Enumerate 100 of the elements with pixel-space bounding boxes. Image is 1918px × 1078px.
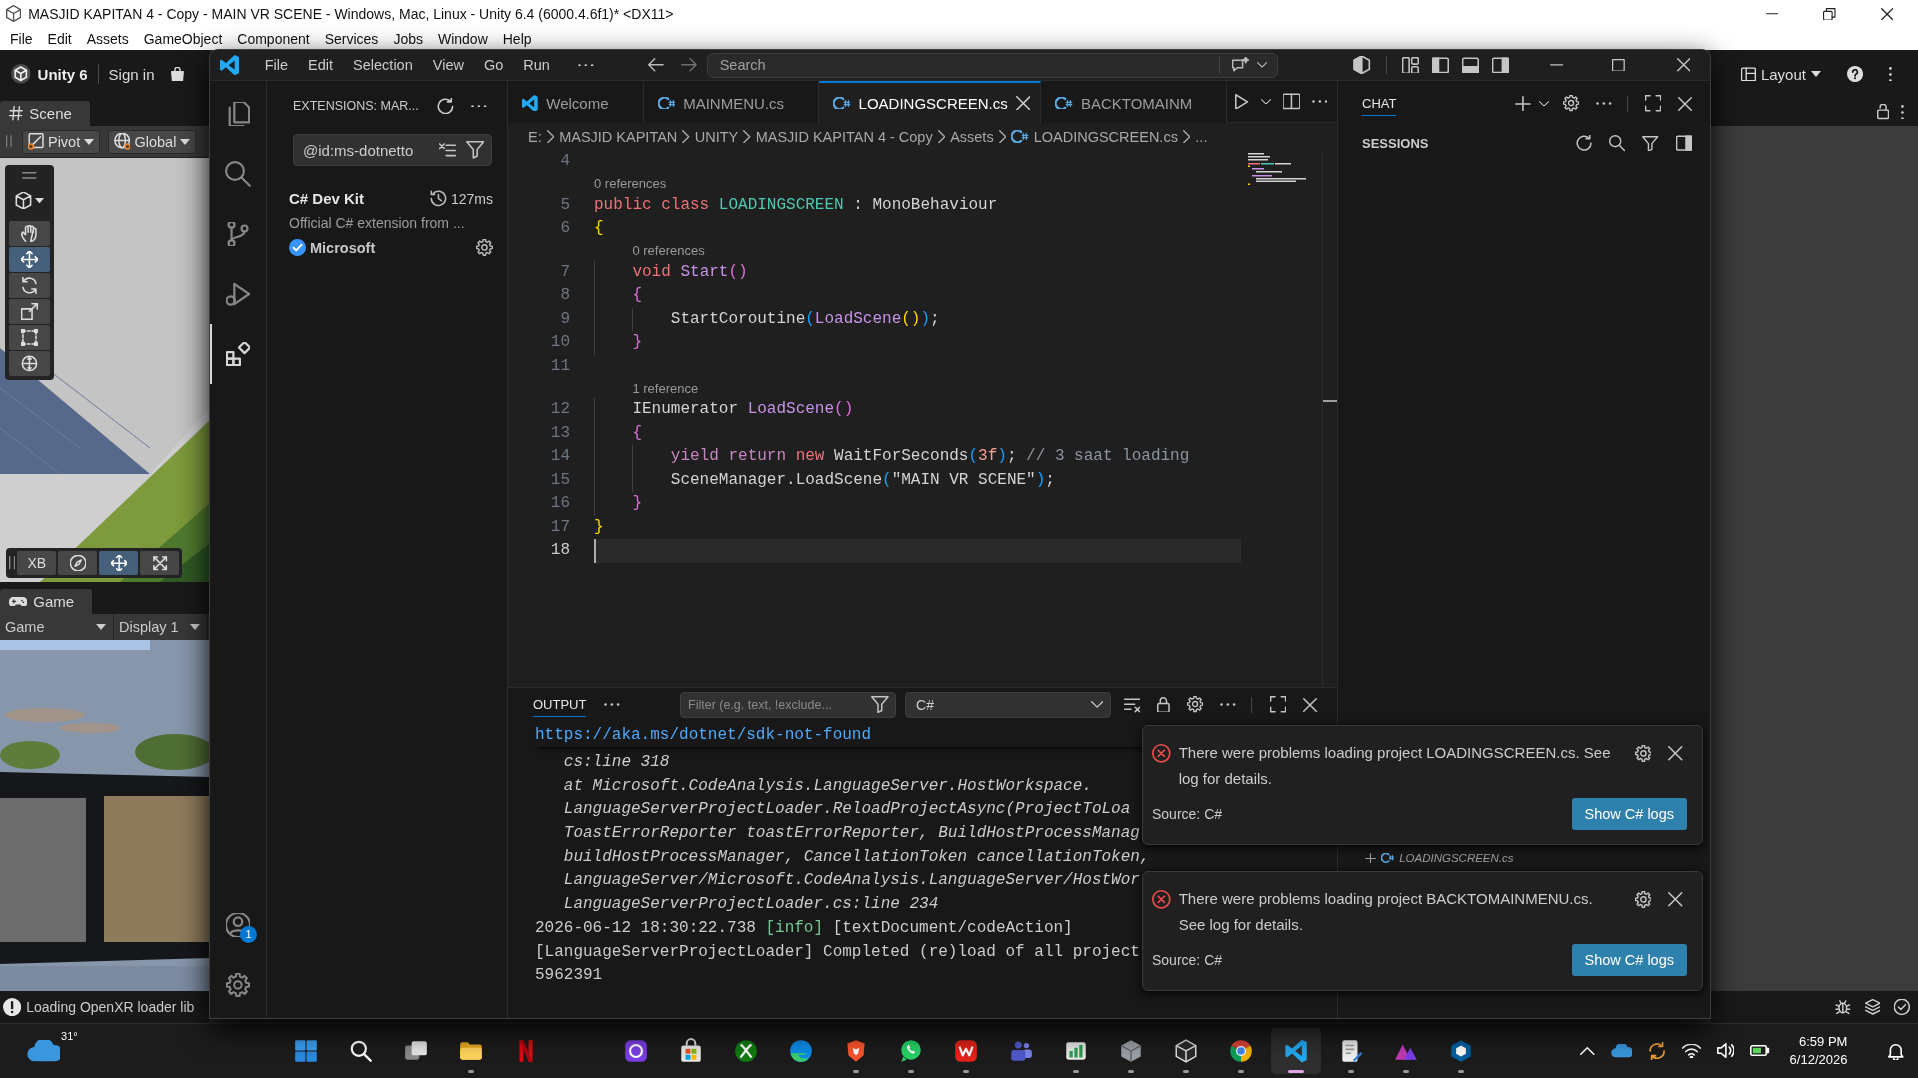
extension-name[interactable]: C# Dev Kit xyxy=(289,190,365,207)
menu-item[interactable]: File xyxy=(10,31,33,47)
rect-tool-button[interactable] xyxy=(9,324,50,350)
menu-item[interactable]: Go xyxy=(473,57,514,73)
search-icon[interactable] xyxy=(1609,135,1626,152)
editor-tab[interactable]: Welcome xyxy=(508,81,644,123)
menu-item[interactable]: GameObject xyxy=(143,31,223,47)
temperature-label[interactable]: 31° xyxy=(61,1030,78,1042)
menu-item[interactable]: View xyxy=(422,57,474,73)
global-dropdown[interactable]: Global xyxy=(108,129,197,154)
split-editor-icon[interactable] xyxy=(1282,93,1300,110)
clock-time[interactable]: 6:59 PM xyxy=(1799,1033,1848,1051)
editor-tab[interactable]: LOADINGSCREEN.cs xyxy=(819,81,1042,123)
restore-icon[interactable] xyxy=(1823,7,1836,21)
arrow-left-icon[interactable] xyxy=(648,58,664,72)
show-logs-button[interactable]: Show C# logs xyxy=(1571,798,1687,830)
layers-icon[interactable] xyxy=(1864,999,1881,1015)
drag-handle-icon[interactable] xyxy=(6,135,12,148)
clear-filter-icon[interactable] xyxy=(438,141,456,159)
menu-item[interactable]: Jobs xyxy=(393,31,423,47)
scale-tool-button[interactable] xyxy=(9,298,50,324)
play-icon[interactable] xyxy=(1235,93,1249,110)
output-filter-field[interactable]: Filter (e.g. text, !exclude... xyxy=(680,691,897,718)
plus-icon[interactable] xyxy=(1515,95,1531,112)
chevron-up-icon[interactable] xyxy=(1580,1046,1595,1055)
move-tool-button[interactable] xyxy=(99,551,139,575)
refresh-icon[interactable] xyxy=(1576,135,1593,152)
filter-icon[interactable] xyxy=(465,141,484,159)
help-icon[interactable] xyxy=(1847,65,1864,83)
hand-tool-button[interactable] xyxy=(9,220,50,246)
more-icon[interactable] xyxy=(1220,703,1236,706)
chat-sparkle-icon[interactable] xyxy=(1232,56,1249,74)
accounts-button[interactable]: 1 xyxy=(210,895,266,955)
sidebar-left-icon[interactable] xyxy=(1431,56,1449,74)
settings-icon[interactable] xyxy=(1634,891,1652,908)
panel-bottom-icon[interactable] xyxy=(1461,56,1479,74)
settings-icon[interactable] xyxy=(1563,95,1580,112)
more-vertical-icon[interactable] xyxy=(1889,66,1892,82)
hexagon-icon[interactable] xyxy=(1353,56,1371,74)
menu-item[interactable]: File xyxy=(254,57,299,73)
drag-handle-icon[interactable] xyxy=(9,556,16,570)
arrow-right-icon[interactable] xyxy=(680,58,697,72)
speaker-icon[interactable] xyxy=(1716,1043,1735,1059)
more-icon[interactable] xyxy=(604,703,621,706)
clear-output-icon[interactable] xyxy=(1124,696,1141,713)
breadcrumb-item[interactable]: Assets xyxy=(950,128,994,145)
menu-item[interactable]: Edit xyxy=(47,31,72,47)
battery-icon[interactable] xyxy=(1750,1045,1770,1057)
codelens-link[interactable]: 0 references xyxy=(632,243,705,258)
maximize-icon[interactable] xyxy=(1269,696,1286,713)
refresh-icon[interactable] xyxy=(437,97,455,115)
layout-grid-icon[interactable] xyxy=(1402,56,1419,74)
breadcrumb-item[interactable]: MASJID KAPITAN xyxy=(559,128,678,145)
settings-icon[interactable] xyxy=(1634,745,1652,762)
game-tab[interactable]: Game xyxy=(0,589,93,614)
menu-item[interactable]: Run xyxy=(513,57,560,73)
command-search-field[interactable]: Search xyxy=(706,52,1278,78)
breadcrumb-item[interactable]: UNITY xyxy=(694,128,739,145)
menu-item[interactable]: Component xyxy=(237,31,310,47)
output-channel-dropdown[interactable]: C# xyxy=(905,691,1112,718)
breadcrumb-item[interactable]: ... xyxy=(1195,128,1208,145)
sign-in-button[interactable]: Sign in xyxy=(108,65,155,83)
breadcrumb-item[interactable]: LOADINGSCREEN.cs xyxy=(1011,128,1178,145)
menu-item[interactable]: Selection xyxy=(343,57,423,73)
breadcrumb-item[interactable]: MASJID KAPITAN 4 - Copy xyxy=(755,128,933,145)
menu-item[interactable]: Services xyxy=(324,31,379,47)
menu-item[interactable]: Help xyxy=(502,31,532,47)
settings-icon[interactable] xyxy=(476,239,493,256)
unlocked-icon[interactable] xyxy=(1876,104,1890,120)
close-icon[interactable] xyxy=(1880,7,1893,21)
sidebar-right-icon[interactable] xyxy=(1491,56,1509,74)
editor-tab[interactable]: MAINMENU.cs xyxy=(643,81,819,123)
scene-tab[interactable]: Scene xyxy=(0,101,90,126)
more-icon[interactable] xyxy=(471,104,487,108)
codelens-link[interactable]: 1 reference xyxy=(632,380,699,396)
attached-file-chip[interactable]: LOADINGSCREEN.cs xyxy=(1365,850,1514,866)
bag-icon[interactable] xyxy=(170,66,186,82)
drag-handle-icon[interactable] xyxy=(22,172,37,179)
panel-tab[interactable]: OUTPUT xyxy=(533,692,587,717)
cloud-icon[interactable] xyxy=(1610,1044,1632,1058)
sidebar-right-icon[interactable] xyxy=(1675,135,1692,152)
lock-icon[interactable] xyxy=(1157,696,1171,713)
move-tool-button[interactable] xyxy=(9,246,50,272)
taskbar-app-button[interactable] xyxy=(1271,1028,1321,1074)
settings-icon[interactable] xyxy=(1187,696,1204,713)
sync-icon[interactable] xyxy=(1647,1041,1666,1061)
account-button[interactable]: Unity 6 xyxy=(11,64,88,84)
more-vertical-icon[interactable] xyxy=(1901,104,1904,120)
maximize-window-icon[interactable] xyxy=(1611,58,1625,72)
cloud-icon[interactable] xyxy=(27,1039,61,1063)
output-link[interactable]: https://aka.ms/dotnet/sdk-not-found xyxy=(535,726,872,744)
clock-date[interactable]: 6/12/2026 xyxy=(1789,1051,1848,1069)
rotate-tool-button[interactable] xyxy=(9,272,50,298)
menu-item[interactable]: Edit xyxy=(298,57,344,73)
chevron-down-icon[interactable] xyxy=(1256,62,1267,68)
bell-icon[interactable] xyxy=(1887,1042,1905,1060)
more-icon[interactable] xyxy=(1311,100,1328,103)
codelens-link[interactable]: 0 references xyxy=(594,176,667,191)
filter-icon[interactable] xyxy=(1642,135,1659,152)
bug-icon[interactable] xyxy=(1835,999,1851,1015)
